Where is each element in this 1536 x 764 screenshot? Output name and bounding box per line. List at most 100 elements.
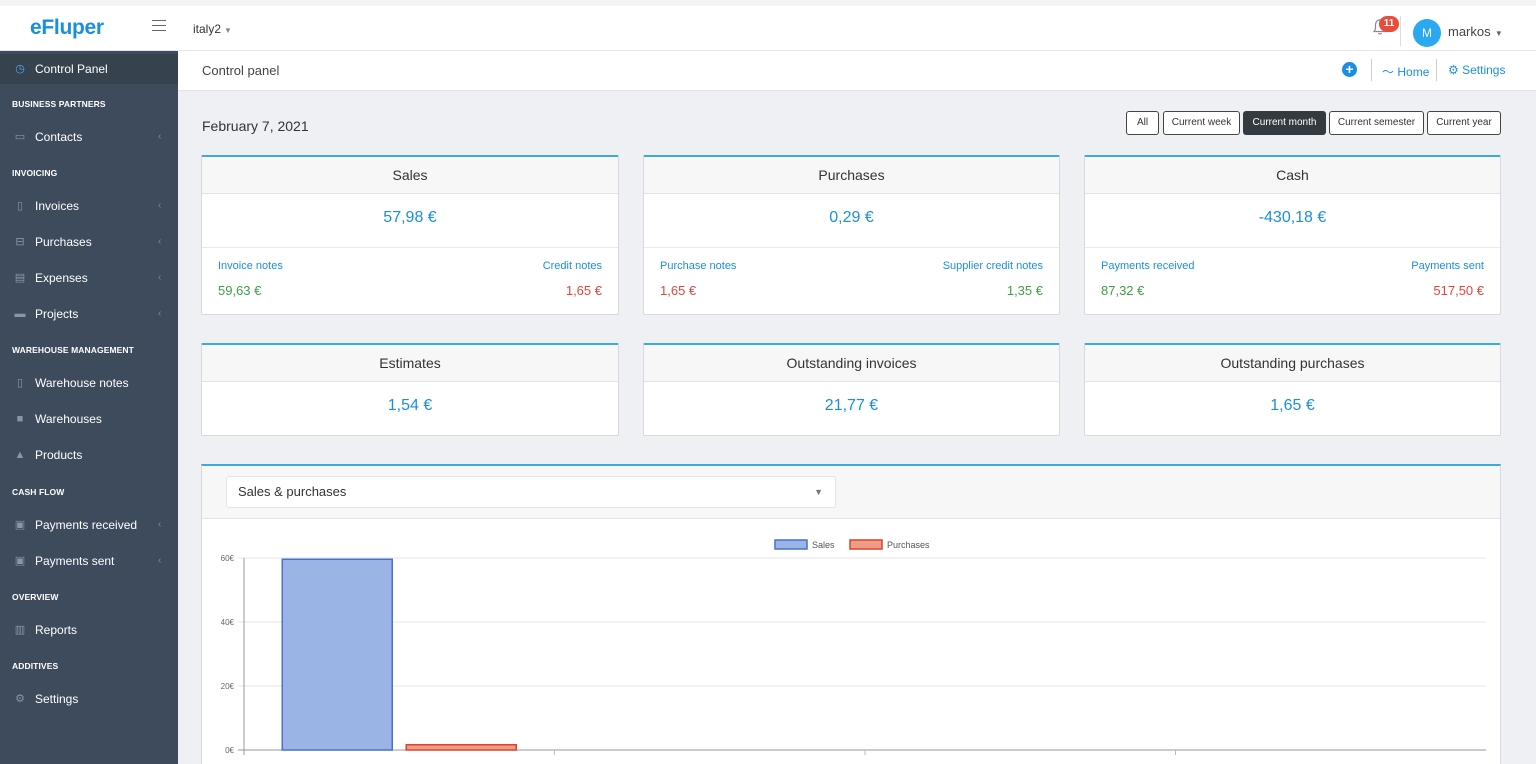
payments-received-label[interactable]: Payments received	[1101, 260, 1195, 272]
chart-type-select-value: Sales & purchases	[238, 484, 347, 499]
add-circle-icon[interactable]: +	[1342, 62, 1357, 77]
purchases-card: Purchases 0,29 € Purchase notes 1,65 € S…	[643, 155, 1060, 315]
sidebar-item-label: Expenses	[35, 271, 88, 285]
sidebar-item-label: Payments sent	[35, 554, 115, 568]
sidebar-item-projects[interactable]: ▬ Projects ‹	[0, 299, 178, 329]
sidebar-item-warehouses[interactable]: ■ Warehouses	[0, 404, 178, 434]
document-icon: ▯	[16, 377, 24, 389]
legend-swatch-purchases	[849, 539, 883, 550]
sidebar-section-overview: OVERVIEW	[12, 592, 59, 602]
sidebar-item-products[interactable]: ▲ Products	[0, 440, 178, 470]
sidebar-item-label: Control Panel	[35, 62, 108, 76]
sidebar-item-contacts[interactable]: ▭ Contacts ‹	[0, 122, 178, 152]
filter-current-semester-button[interactable]: Current semester	[1329, 111, 1424, 135]
card-value: -430,18 €	[1258, 209, 1327, 226]
sidebar-item-label: Reports	[35, 623, 78, 637]
card-title: Estimates	[202, 345, 618, 382]
sidebar-item-settings[interactable]: ⚙ Settings	[0, 684, 178, 714]
sidebar-item-invoices[interactable]: ▯ Invoices ‹	[0, 191, 178, 221]
avatar[interactable]: M	[1413, 19, 1441, 47]
card-title: Outstanding invoices	[644, 345, 1059, 382]
payments-received-value: 87,32 €	[1101, 283, 1145, 298]
purchase-notes-value: 1,65 €	[660, 283, 697, 298]
x-tick-label: 15/02 - 21/02	[997, 758, 1045, 759]
notification-badge[interactable]: 11	[1379, 16, 1399, 32]
cash-card: Cash -430,18 € Payments received 87,32 €…	[1084, 155, 1501, 315]
filter-current-week-button[interactable]: Current week	[1163, 111, 1240, 135]
payments-sent-label[interactable]: Payments sent	[1411, 260, 1484, 272]
chevron-left-icon: ‹	[158, 519, 162, 530]
sidebar-item-reports[interactable]: ▥ Reports	[0, 615, 178, 645]
money-icon: ▣	[14, 555, 26, 567]
card-title: Sales	[202, 157, 618, 194]
chevron-left-icon: ‹	[158, 272, 162, 283]
money-icon: ▣	[14, 519, 26, 531]
y-tick-label: 40€	[221, 618, 235, 627]
page-title: Control panel	[202, 63, 280, 78]
sidebar-item-purchases[interactable]: ⊟ Purchases ‹	[0, 227, 178, 257]
user-menu[interactable]: markos ▼	[1448, 24, 1503, 39]
document-icon: ▯	[16, 200, 24, 212]
home-link[interactable]: 〜 Home	[1382, 63, 1429, 80]
chevron-left-icon: ‹	[158, 555, 162, 566]
credit-notes-value: 1,65 €	[565, 283, 602, 298]
chart-panel: Sales & purchases ▼ 0€ 20€ 40€ 60€ 1/02 - 7/…	[201, 464, 1501, 764]
sidebar-section-warehouse-management: WAREHOUSE MANAGEMENT	[12, 345, 134, 355]
dashboard-icon: ◷	[15, 63, 25, 75]
card-value: 0,29 €	[829, 209, 874, 226]
sidebar-section-business-partners: BUSINESS PARTNERS	[12, 99, 106, 109]
sidebar-item-label: Products	[35, 448, 83, 462]
legend-label-sales: Sales	[812, 540, 835, 550]
y-tick-label: 20€	[221, 682, 235, 691]
purchase-notes-label[interactable]: Purchase notes	[660, 260, 736, 272]
chevron-left-icon: ‹	[158, 308, 162, 319]
menu-toggle-icon[interactable]	[152, 20, 166, 32]
sidebar-section-additives: ADDITIVES	[12, 661, 59, 671]
sidebar-item-payments-received[interactable]: ▣ Payments received ‹	[0, 510, 178, 540]
settings-link-label: Settings	[1462, 63, 1506, 77]
sidebar-item-warehouse-notes[interactable]: ▯ Warehouse notes	[0, 368, 178, 398]
briefcase-icon: ▬	[14, 308, 26, 320]
card-value: 57,98 €	[383, 209, 437, 226]
card-title: Cash	[1085, 157, 1500, 194]
credit-notes-label[interactable]: Credit notes	[543, 260, 602, 272]
sidebar-item-label: Contacts	[35, 130, 83, 144]
card-title: Outstanding purchases	[1085, 345, 1500, 382]
divider	[1400, 16, 1401, 46]
chart-header: Sales & purchases ▼	[202, 466, 1500, 519]
sales-purchases-chart: 0€ 20€ 40€ 60€ 1/02 - 7/02 8/02 - 14/02 15/02 …	[221, 539, 1486, 759]
sidebar-item-label: Projects	[35, 307, 79, 321]
sidebar-item-label: Warehouses	[35, 412, 102, 426]
trend-line-icon: 〜	[1382, 65, 1395, 79]
x-tick-label: 8/02 - 14/02	[688, 758, 731, 759]
card-title: Purchases	[644, 157, 1059, 194]
card-footer: Purchase notes 1,65 € Supplier credit no…	[644, 247, 1059, 315]
caret-down-icon: ▼	[224, 26, 232, 35]
card-value: 1,54 €	[387, 397, 433, 414]
sidebar-item-label: Invoices	[35, 199, 80, 213]
sidebar-item-label: Warehouse notes	[35, 376, 129, 390]
chart-type-select[interactable]: Sales & purchases ▼	[226, 476, 836, 508]
sidebar-item-label: Settings	[35, 692, 79, 706]
caret-down-icon: ▼	[814, 487, 823, 497]
settings-link[interactable]: ⚙ Settings	[1448, 63, 1505, 77]
home-link-label: Home	[1397, 65, 1430, 79]
company-selector[interactable]: italy2 ▼	[193, 22, 232, 36]
filter-all-button[interactable]: All	[1126, 111, 1159, 135]
legend-swatch-sales	[774, 539, 808, 550]
filter-current-year-button[interactable]: Current year	[1427, 111, 1501, 135]
sidebar-item-payments-sent[interactable]: ▣ Payments sent ‹	[0, 546, 178, 576]
sidebar-item-expenses[interactable]: ▤ Expenses ‹	[0, 263, 178, 293]
divider	[1436, 59, 1437, 81]
sidebar-item-control-panel[interactable]: ◷ Control Panel	[0, 54, 178, 84]
gears-icon: ⚙	[15, 693, 25, 705]
caret-down-icon: ▼	[1492, 29, 1503, 38]
supplier-credit-notes-label[interactable]: Supplier credit notes	[943, 260, 1043, 272]
brand-logo[interactable]: eFluper	[30, 16, 104, 40]
supplier-credit-notes-value: 1,35 €	[1006, 283, 1043, 298]
warehouse-icon: ■	[16, 413, 24, 425]
bar-purchases	[405, 743, 517, 751]
shopping-bag-icon: ▲	[14, 449, 26, 461]
filter-current-month-button[interactable]: Current month	[1243, 111, 1326, 135]
invoice-notes-label[interactable]: Invoice notes	[218, 260, 283, 272]
